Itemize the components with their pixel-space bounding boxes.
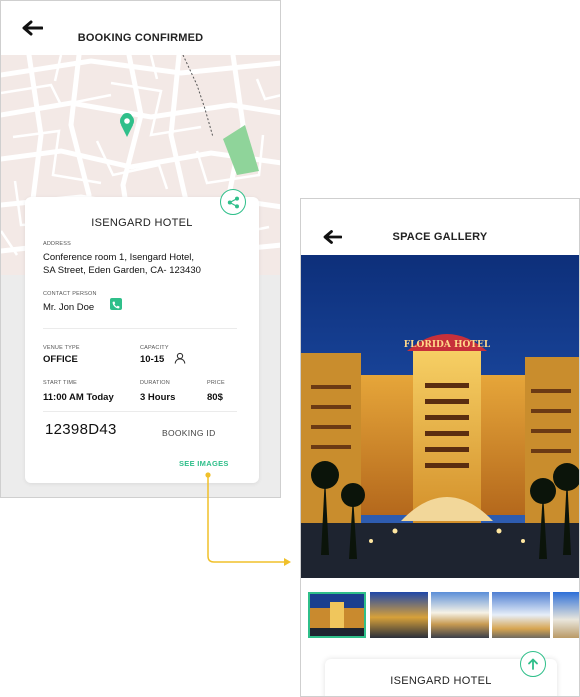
- header: BOOKING CONFIRMED: [1, 1, 280, 55]
- address-line-2: SA Street, Eden Garden, CA- 123430: [43, 265, 201, 276]
- space-gallery-screen: SPACE GALLERY FLORIDA HOTEL ISENGARD HOT…: [300, 198, 580, 697]
- price-label: PRICE: [207, 380, 225, 386]
- phone-icon[interactable]: [110, 298, 122, 310]
- contact-label: CONTACT PERSON: [43, 291, 97, 297]
- thumbnail[interactable]: [553, 592, 579, 638]
- divider: [43, 328, 237, 329]
- hotel-sign-text: FLORIDA HOTEL: [404, 340, 491, 350]
- venue-type-label: VENUE TYPE: [43, 345, 80, 351]
- thumbnail[interactable]: [492, 592, 550, 638]
- see-images-link[interactable]: SEE IMAGES: [179, 459, 229, 468]
- page-title: BOOKING CONFIRMED: [77, 32, 204, 45]
- start-time-label: START TIME: [43, 380, 77, 386]
- contact-name: Mr. Jon Doe: [43, 302, 95, 313]
- thumbnail[interactable]: [431, 592, 489, 638]
- hotel-sign: FLORIDA HOTEL: [404, 340, 491, 350]
- thumbnail[interactable]: [308, 592, 366, 638]
- duration-label: DURATION: [140, 380, 170, 386]
- booking-details-card: ISENGARD HOTEL ADDRESS Conference room 1…: [25, 197, 259, 483]
- venue-type-value: OFFICE: [43, 354, 78, 365]
- thumbnail[interactable]: [370, 592, 428, 638]
- user-icon: [174, 352, 186, 364]
- hotel-name: ISENGARD HOTEL: [390, 675, 492, 687]
- header: SPACE GALLERY: [301, 199, 579, 255]
- duration-value: 3 Hours: [140, 392, 176, 403]
- share-icon: [227, 196, 239, 208]
- page-title: SPACE GALLERY: [392, 231, 488, 243]
- booking-id-label: BOOKING ID: [162, 428, 216, 438]
- hotel-name: ISENGARD HOTEL: [91, 217, 193, 229]
- address-line-1: Conference room 1, Isengard Hotel,: [43, 252, 195, 263]
- arrow-up-icon: [528, 658, 538, 670]
- hotel-hero-image[interactable]: FLORIDA HOTEL: [301, 255, 580, 578]
- booking-confirmed-screen: BOOKING CONFIRMED ISENGARD HOTEL ADDRESS…: [0, 0, 281, 498]
- start-time-value: 11:00 AM Today: [43, 392, 114, 403]
- address-label: ADDRESS: [43, 241, 71, 247]
- scroll-up-button[interactable]: [520, 651, 546, 677]
- share-button[interactable]: [220, 189, 246, 215]
- price-value: 80$: [207, 392, 223, 403]
- thumbnail-strip: [301, 592, 579, 640]
- divider: [43, 411, 237, 412]
- capacity-label: CAPACITY: [140, 345, 169, 351]
- capacity-value: 10-15: [140, 354, 165, 365]
- booking-id-value: 12398D43: [45, 421, 117, 438]
